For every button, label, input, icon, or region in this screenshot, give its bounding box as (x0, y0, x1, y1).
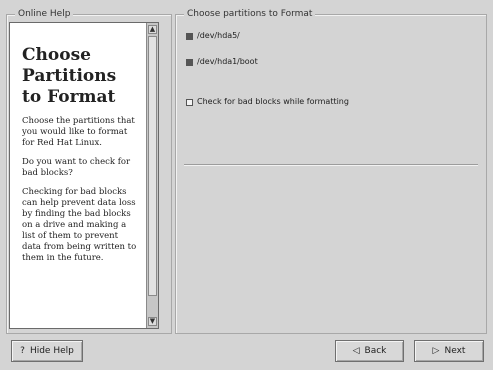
help-text-pane[interactable]: Choose Partitions to Format Choose the p… (9, 22, 159, 329)
back-label: Back (364, 346, 387, 356)
partition-device: /dev/hda1 (197, 57, 238, 66)
next-arrow-icon: ▷ (432, 346, 440, 356)
partitions-title: Choose partitions to Format (184, 8, 316, 20)
help-paragraph-3: Checking for bad blocks can help prevent… (22, 187, 137, 263)
scroll-down-icon[interactable]: ▼ (148, 317, 157, 326)
partition-device: /dev/hda5 (197, 31, 238, 40)
partition-row-hda1[interactable]: /dev/hda1 /boot (186, 57, 258, 67)
hide-help-label: Hide Help (29, 346, 74, 356)
back-arrow-icon: ◁ (352, 346, 360, 356)
partition-checkbox-hda1[interactable] (186, 58, 193, 66)
help-icon: ? (20, 346, 25, 356)
hide-help-button[interactable]: ? Hide Help (11, 340, 83, 362)
scroll-thumb[interactable] (148, 36, 157, 296)
partition-mount: /boot (237, 57, 258, 66)
partition-mount: / (237, 31, 240, 40)
partition-checkbox-hda5[interactable] (186, 32, 193, 40)
help-scrollbar[interactable]: ▲ ▼ (146, 23, 158, 328)
bad-blocks-label: Check for bad blocks while formatting (197, 97, 349, 106)
bad-blocks-option[interactable]: Check for bad blocks while formatting (186, 97, 349, 107)
next-button[interactable]: ▷ Next (414, 340, 484, 362)
separator (184, 164, 478, 166)
partition-row-hda5[interactable]: /dev/hda5 / (186, 31, 240, 41)
bad-blocks-checkbox[interactable] (186, 98, 193, 106)
next-label: Next (444, 346, 466, 356)
help-content: Choose Partitions to Format Choose the p… (10, 23, 143, 272)
help-paragraph-2: Do you want to check for bad blocks? (22, 157, 131, 178)
online-help-title: Online Help (15, 8, 74, 20)
help-paragraph-1: Choose the partitions that you would lik… (22, 116, 135, 148)
scroll-up-icon[interactable]: ▲ (148, 25, 157, 34)
back-button[interactable]: ◁ Back (335, 340, 404, 362)
help-heading: Choose Partitions to Format (22, 45, 117, 107)
